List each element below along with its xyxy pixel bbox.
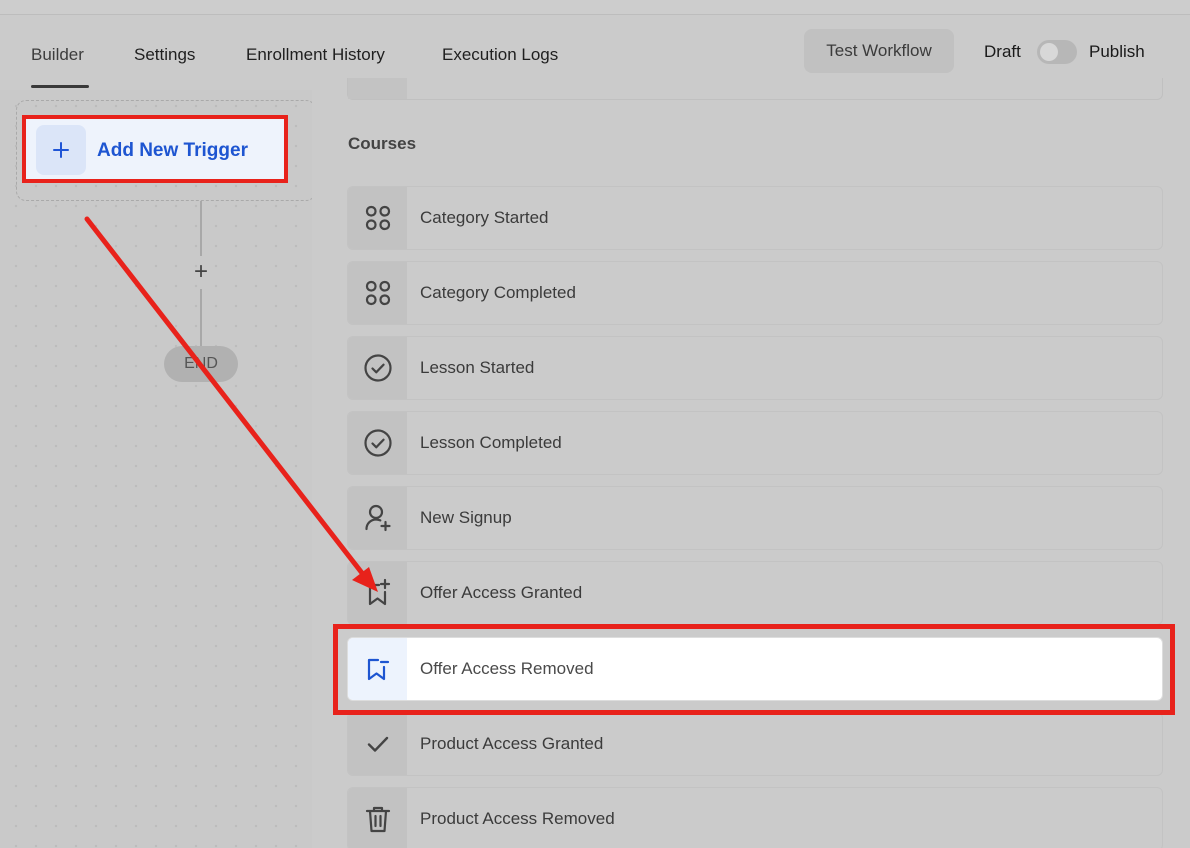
- list-item-label: Offer Access Granted: [420, 583, 583, 602]
- tab-settings[interactable]: Settings: [134, 45, 195, 65]
- add-new-trigger-button[interactable]: Add New Trigger: [22, 115, 288, 183]
- list-item-partial[interactable]: [347, 78, 1163, 100]
- add-step-button[interactable]: +: [189, 258, 213, 286]
- test-workflow-button[interactable]: Test Workflow: [804, 29, 954, 73]
- check-circle-icon: [348, 412, 407, 474]
- publish-toggle[interactable]: [1037, 40, 1077, 64]
- list-item-label: Offer Access Removed: [420, 659, 594, 678]
- trigger-item-new-signup[interactable]: New Signup: [347, 486, 1163, 550]
- plus-icon: [36, 125, 86, 175]
- draft-label: Draft: [984, 42, 1021, 61]
- list-item-label: New Signup: [420, 508, 512, 527]
- check-icon: [348, 713, 407, 775]
- trigger-item-category-completed[interactable]: Category Completed: [347, 261, 1163, 325]
- list-item-label: Product Access Removed: [420, 809, 615, 828]
- trigger-item-offer-access-granted[interactable]: Offer Access Granted: [347, 561, 1163, 625]
- trash-icon: [348, 788, 407, 848]
- list-item-label: Product Access Granted: [420, 734, 604, 753]
- item-icon-cell: [348, 78, 407, 99]
- trigger-item-product-access-granted[interactable]: Product Access Granted: [347, 712, 1163, 776]
- add-new-trigger-label: Add New Trigger: [97, 140, 248, 161]
- list-item-label: Category Started: [420, 208, 549, 227]
- grid-icon: [348, 187, 407, 249]
- end-node: END: [164, 346, 238, 382]
- top-strip: [0, 0, 1190, 15]
- grid-icon: [348, 262, 407, 324]
- toggle-knob: [1040, 43, 1058, 61]
- trigger-item-lesson-completed[interactable]: Lesson Completed: [347, 411, 1163, 475]
- check-circle-icon: [348, 337, 407, 399]
- list-item-label: Category Completed: [420, 283, 576, 302]
- tab-execution-logs[interactable]: Execution Logs: [442, 45, 558, 65]
- trigger-item-offer-access-removed[interactable]: Offer Access Removed: [347, 637, 1163, 701]
- active-tab-indicator: [31, 85, 89, 88]
- bookmark-plus-icon: [348, 562, 407, 624]
- list-item-label: Lesson Completed: [420, 433, 562, 452]
- bookmark-minus-icon: [348, 638, 407, 700]
- connector-line-bottom: [200, 289, 202, 346]
- trigger-item-category-started[interactable]: Category Started: [347, 186, 1163, 250]
- list-item-label: Lesson Started: [420, 358, 535, 377]
- workflow-canvas: [0, 90, 312, 848]
- tab-enrollment-history[interactable]: Enrollment History: [246, 45, 385, 65]
- connector-line-top: [200, 201, 202, 256]
- trigger-item-lesson-started[interactable]: Lesson Started: [347, 336, 1163, 400]
- section-title-courses: Courses: [348, 134, 417, 153]
- trigger-item-product-access-removed[interactable]: Product Access Removed: [347, 787, 1163, 848]
- publish-label: Publish: [1089, 42, 1145, 61]
- user-plus-icon: [348, 487, 407, 549]
- tab-builder[interactable]: Builder: [31, 45, 84, 65]
